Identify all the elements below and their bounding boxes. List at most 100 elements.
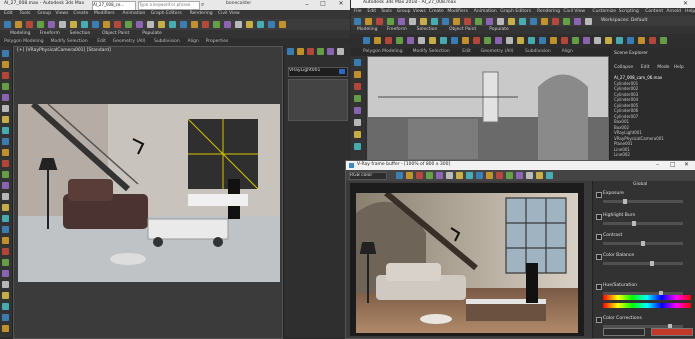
- vfb-tool-icon[interactable]: [446, 172, 453, 179]
- left-menu-graph-editors[interactable]: Graph Editors: [151, 11, 182, 16]
- toolbar-tool-icon[interactable]: [453, 18, 460, 25]
- right-menu-rendering[interactable]: Rendering: [537, 9, 560, 14]
- left-menu-modifiers[interactable]: Modifiers: [94, 11, 115, 16]
- scene-explorer-row[interactable]: Line001: [614, 147, 630, 152]
- vfb-slider[interactable]: [603, 261, 683, 266]
- left-menu-animation[interactable]: Animation: [122, 11, 145, 16]
- left-ribbon-sub-properties[interactable]: Properties: [206, 39, 229, 44]
- ribbon-tool-icon[interactable]: [627, 37, 634, 44]
- viewport-tool-icon[interactable]: [2, 127, 9, 134]
- viewport-tool-icon[interactable]: [2, 325, 9, 332]
- right-menu-file[interactable]: File: [354, 9, 362, 14]
- ribbon-tool-icon[interactable]: [517, 37, 524, 44]
- ribbon-tool-icon[interactable]: [429, 37, 436, 44]
- toolbar-tool-icon[interactable]: [136, 21, 143, 28]
- command-panel-icon[interactable]: [307, 48, 314, 55]
- right-menu-civil-view[interactable]: Civil View: [563, 9, 585, 14]
- scene-explorer-row[interactable]: Line002: [614, 152, 630, 157]
- minimize-icon[interactable]: –: [300, 0, 314, 10]
- toolbar-tool-icon[interactable]: [169, 21, 176, 28]
- right-menu-create[interactable]: Create: [429, 9, 444, 14]
- left-user-label[interactable]: bonecalder: [226, 1, 251, 6]
- section-toggle-checkbox[interactable]: [596, 234, 602, 240]
- scene-explorer-row[interactable]: Cylinder003: [614, 92, 638, 97]
- vfb-tool-icon[interactable]: [536, 172, 543, 179]
- ribbon-tool-icon[interactable]: [418, 37, 425, 44]
- toolbar-tool-icon[interactable]: [398, 18, 405, 25]
- left-menu-create[interactable]: Create: [73, 11, 88, 16]
- right-ribbon-sub-edit[interactable]: Edit: [462, 49, 471, 54]
- toolbar-tool-icon[interactable]: [246, 21, 253, 28]
- hue-gradient-bar[interactable]: [603, 295, 691, 300]
- vfb-tool-icon[interactable]: [406, 172, 413, 179]
- toolbar-tool-icon[interactable]: [48, 21, 55, 28]
- toolbar-tool-icon[interactable]: [81, 21, 88, 28]
- vfb-tool-icon[interactable]: [496, 172, 503, 179]
- toolbar-tool-icon[interactable]: [541, 18, 548, 25]
- workspace-selector[interactable]: Workspaces: Default: [601, 18, 647, 23]
- ribbon-tool-icon[interactable]: [550, 37, 557, 44]
- left-search-box[interactable]: Type a keyword or phrase: [138, 1, 200, 10]
- left-menu-tools[interactable]: Tools: [19, 11, 30, 16]
- toolbar-tool-icon[interactable]: [475, 18, 482, 25]
- viewport-tool-icon[interactable]: [2, 160, 9, 167]
- section-toggle-checkbox[interactable]: [596, 192, 602, 198]
- ribbon-tool-icon[interactable]: [638, 37, 645, 44]
- right-menu-scripting[interactable]: Scripting: [619, 9, 639, 14]
- vfb-tool-icon[interactable]: [526, 172, 533, 179]
- scene-explorer-row[interactable]: Box002: [614, 125, 629, 130]
- viewport-tool-icon[interactable]: [354, 143, 361, 150]
- scene-panel-tab-collapse[interactable]: Collapse: [614, 65, 633, 70]
- hue-gradient-bar[interactable]: [603, 303, 691, 308]
- viewport-tool-icon[interactable]: [2, 237, 9, 244]
- ribbon-tool-icon[interactable]: [385, 37, 392, 44]
- viewport-tool-icon[interactable]: [354, 119, 361, 126]
- vfb-tool-icon[interactable]: [486, 172, 493, 179]
- ribbon-tool-icon[interactable]: [660, 37, 667, 44]
- left-menu-civil-view[interactable]: Civil View: [218, 11, 240, 16]
- right-ribbon-tab-object-paint[interactable]: Object Paint: [449, 27, 476, 32]
- toolbar-tool-icon[interactable]: [213, 21, 220, 28]
- right-ribbon-sub-modify-selection[interactable]: Modify Selection: [413, 49, 450, 54]
- vfb-section-header[interactable]: Color Corrections: [603, 316, 642, 321]
- ribbon-tool-icon[interactable]: [440, 37, 447, 44]
- color-correction-swatch[interactable]: [603, 328, 645, 336]
- toolbar-tool-icon[interactable]: [37, 21, 44, 28]
- ribbon-tool-icon[interactable]: [616, 37, 623, 44]
- ribbon-tool-icon[interactable]: [539, 37, 546, 44]
- right-menu-edit[interactable]: Edit: [367, 9, 376, 14]
- right-menu-animation[interactable]: Animation: [474, 9, 497, 14]
- right-menu-customize[interactable]: Customize: [592, 9, 616, 14]
- viewport-tool-icon[interactable]: [2, 149, 9, 156]
- scene-explorer-row[interactable]: Plane001: [614, 141, 633, 146]
- vfb-tool-icon[interactable]: [396, 172, 403, 179]
- scene-explorer-row[interactable]: Cylinder002: [614, 86, 638, 91]
- right-menu-group[interactable]: Group: [397, 9, 411, 14]
- minimize-icon[interactable]: –: [656, 161, 659, 168]
- toolbar-tool-icon[interactable]: [563, 18, 570, 25]
- toolbar-tool-icon[interactable]: [530, 18, 537, 25]
- vfb-section-header[interactable]: Exposure: [603, 191, 624, 196]
- panel-modifier-list[interactable]: [288, 79, 348, 121]
- color-correction-swatch[interactable]: [651, 328, 693, 336]
- scene-explorer-row[interactable]: Box001: [614, 119, 629, 124]
- vfb-tool-icon[interactable]: [466, 172, 473, 179]
- ribbon-tool-icon[interactable]: [649, 37, 656, 44]
- right-menu-help[interactable]: Help: [685, 9, 695, 14]
- toolbar-tool-icon[interactable]: [158, 21, 165, 28]
- toolbar-tool-icon[interactable]: [70, 21, 77, 28]
- right-menu-tools[interactable]: Tools: [381, 9, 392, 14]
- viewport-tool-icon[interactable]: [2, 303, 9, 310]
- right-ribbon-tab-freeform[interactable]: Freeform: [387, 27, 407, 32]
- toolbar-tool-icon[interactable]: [420, 18, 427, 25]
- ribbon-tool-icon[interactable]: [495, 37, 502, 44]
- viewport-tool-icon[interactable]: [2, 248, 9, 255]
- left-viewport[interactable]: [+] [VRayPhysicalCamera001] [Standard]: [13, 46, 283, 339]
- vfb-tool-icon[interactable]: [436, 172, 443, 179]
- left-ribbon-sub-polygon-modeling[interactable]: Polygon Modeling: [4, 39, 44, 44]
- toolbar-tool-icon[interactable]: [486, 18, 493, 25]
- right-menu-views[interactable]: Views: [413, 9, 426, 14]
- scene-panel-tab-mode[interactable]: Mode: [657, 65, 669, 70]
- viewport-tool-icon[interactable]: [2, 259, 9, 266]
- ribbon-tool-icon[interactable]: [583, 37, 590, 44]
